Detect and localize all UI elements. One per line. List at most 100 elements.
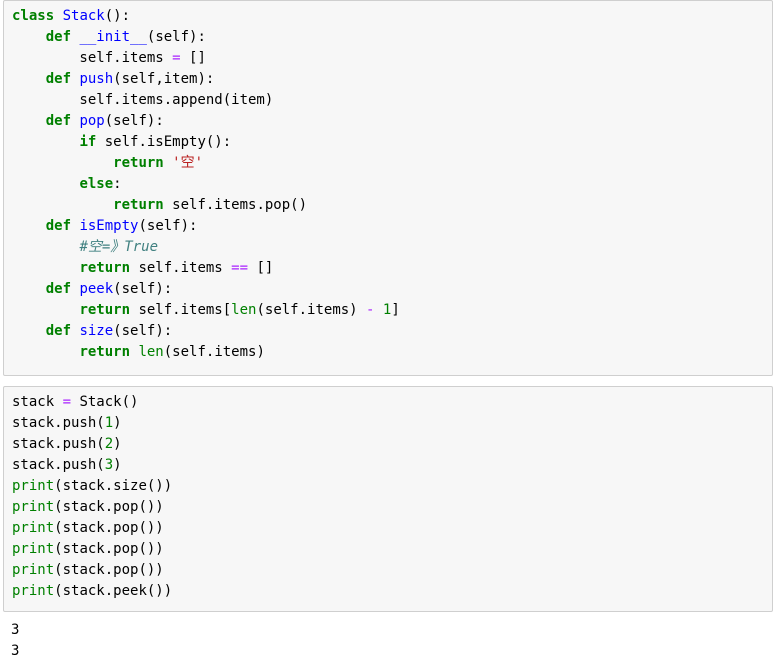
code-line: print(stack.pop()) bbox=[12, 497, 764, 518]
code-token: (stack.pop()) bbox=[54, 541, 164, 557]
code-line: #空=》True bbox=[12, 237, 764, 258]
code-token: def bbox=[45, 113, 72, 129]
code-token: 3 bbox=[104, 457, 114, 473]
code-token: [] bbox=[180, 50, 206, 66]
code-token: def bbox=[45, 71, 72, 87]
code-token: '空' bbox=[172, 155, 204, 171]
code-line: if self.isEmpty(): bbox=[12, 132, 764, 153]
code-token: Stack() bbox=[71, 394, 139, 410]
code-line: return self.items.pop() bbox=[12, 195, 764, 216]
code-line: stack = Stack() bbox=[12, 392, 764, 413]
code-token: len bbox=[138, 344, 164, 360]
code-token: return bbox=[79, 260, 131, 276]
cell-output: 33 bbox=[11, 620, 761, 662]
code-token: #空=》True bbox=[79, 239, 159, 255]
code-token: : bbox=[113, 176, 122, 192]
code-token: push bbox=[79, 71, 114, 87]
code-line: def push(self,item): bbox=[12, 69, 764, 90]
code-token: (stack.pop()) bbox=[54, 499, 164, 515]
code-token: (self): bbox=[104, 113, 164, 129]
code-line: stack.push(3) bbox=[12, 455, 764, 476]
code-token: (self): bbox=[138, 218, 198, 234]
code-token: def bbox=[45, 218, 72, 234]
code-line: stack.push(2) bbox=[12, 434, 764, 455]
code-token: __init__ bbox=[79, 29, 147, 45]
code-token: (stack.peek()) bbox=[54, 583, 173, 599]
code-token: stack bbox=[12, 394, 63, 410]
code-cell-stack-usage[interactable]: stack = Stack() stack.push(1) stack.push(2… bbox=[3, 386, 773, 612]
code-token: print bbox=[12, 499, 55, 515]
code-token: isEmpty bbox=[79, 218, 139, 234]
code-line: class Stack(): bbox=[12, 6, 764, 27]
code-line: print(stack.peek()) bbox=[12, 581, 764, 602]
output-line: 3 bbox=[11, 622, 20, 638]
code-token: def bbox=[45, 323, 72, 339]
code-token: pop bbox=[79, 113, 105, 129]
code-token: (self): bbox=[113, 281, 173, 297]
code-line: def isEmpty(self): bbox=[12, 216, 764, 237]
code-token: class bbox=[12, 8, 55, 24]
code-line: print(stack.size()) bbox=[12, 476, 764, 497]
code-line: return self.items == [] bbox=[12, 258, 764, 279]
code-token: if bbox=[79, 134, 97, 150]
code-token: return bbox=[113, 197, 164, 213]
code-token: print bbox=[12, 583, 55, 599]
code-token: (stack.pop()) bbox=[54, 562, 164, 578]
code-token: = bbox=[172, 50, 181, 66]
code-token: ) bbox=[113, 436, 122, 452]
output-line: 3 bbox=[11, 643, 20, 659]
code-line: return len(self.items) bbox=[12, 342, 764, 363]
code-token: self.items bbox=[12, 50, 173, 66]
code-line: stack.push(1) bbox=[12, 413, 764, 434]
code-token: = bbox=[62, 394, 72, 410]
code-token: stack.push( bbox=[12, 436, 105, 452]
code-line: def peek(self): bbox=[12, 279, 764, 300]
code-token: self.items[ bbox=[130, 302, 232, 318]
code-token: [] bbox=[248, 260, 274, 276]
code-token: else bbox=[79, 176, 114, 192]
code-line: def size(self): bbox=[12, 321, 764, 342]
code-token: (self,item): bbox=[113, 71, 215, 87]
code-cell-stack-class[interactable]: class Stack(): def __init__ (self): self.… bbox=[3, 0, 773, 376]
code-token: self.items.pop() bbox=[163, 197, 308, 213]
code-token: size bbox=[79, 323, 114, 339]
code-token: (self): bbox=[113, 323, 173, 339]
code-line: print(stack.pop()) bbox=[12, 560, 764, 581]
code-token: self.items.append(item) bbox=[12, 92, 274, 108]
code-line: return self.items[len(self.items) - 1] bbox=[12, 300, 764, 321]
code-token: return bbox=[79, 302, 131, 318]
code-token: print bbox=[12, 541, 55, 557]
code-line: print(stack.pop()) bbox=[12, 539, 764, 560]
code-token: peek bbox=[79, 281, 114, 297]
code-token: Stack bbox=[62, 8, 105, 24]
code-line: return '空' bbox=[12, 153, 764, 174]
code-line: def pop(self): bbox=[12, 111, 764, 132]
code-token: print bbox=[12, 562, 55, 578]
code-line: else: bbox=[12, 174, 764, 195]
code-token: 1 bbox=[104, 415, 114, 431]
code-token: print bbox=[12, 478, 55, 494]
code-token: self.items bbox=[130, 260, 232, 276]
code-token: == bbox=[231, 260, 249, 276]
code-line: print(stack.pop()) bbox=[12, 518, 764, 539]
code-token: 2 bbox=[104, 436, 114, 452]
code-token: ] bbox=[391, 302, 400, 318]
code-token: def bbox=[45, 281, 72, 297]
code-token: ) bbox=[113, 415, 122, 431]
